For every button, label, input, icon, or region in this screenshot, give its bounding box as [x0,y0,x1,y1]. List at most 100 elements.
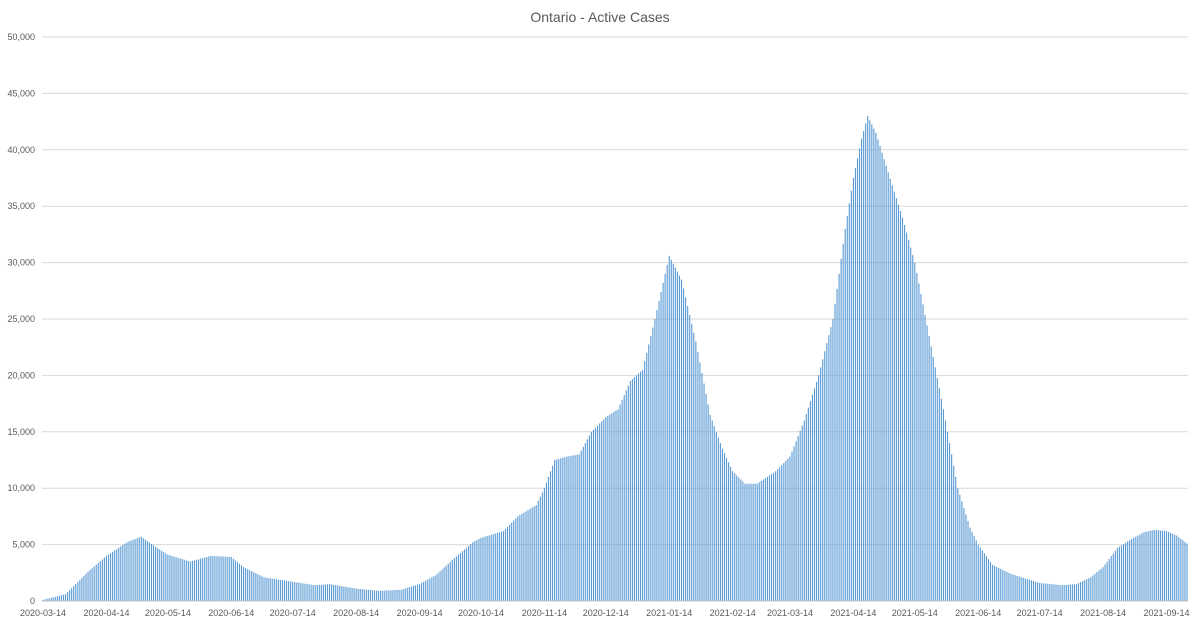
bar [552,465,554,601]
bar [148,542,150,601]
bar [191,560,193,601]
bar [1145,531,1147,601]
bar [1088,578,1090,601]
bar [1186,543,1188,601]
bar [685,297,687,601]
bar [932,356,934,601]
bar [758,482,760,601]
bar [302,583,304,601]
bar [637,373,640,601]
bar [793,446,795,601]
bar [709,414,711,601]
bar [955,476,957,601]
bar [249,570,251,601]
bar [521,513,523,601]
bar [951,454,953,601]
bar [824,351,826,601]
bar [107,554,110,601]
bar [157,548,159,601]
bar [140,536,142,601]
bar [386,590,388,601]
bar [715,431,717,601]
bar [908,240,910,602]
bar [535,505,537,601]
bar [208,556,210,601]
bar [717,437,719,601]
bar [93,566,95,601]
bar [124,543,126,601]
bar [410,586,412,601]
bar [811,394,814,601]
bar [1037,582,1039,601]
bar [347,587,349,601]
bar [1051,584,1053,601]
bar [828,335,830,601]
x-tick-label: 2020-09-14 [397,608,443,618]
bar [1090,577,1092,601]
bar [987,559,990,601]
bar [703,383,705,601]
bar [1129,540,1131,601]
bar [547,476,550,601]
bar [701,372,703,601]
bar [193,560,196,601]
bar [171,555,173,601]
bar [363,589,365,601]
bar [1082,581,1084,601]
bar [1032,581,1035,601]
bar [216,556,218,601]
bar [846,216,848,601]
bar [328,584,331,601]
bar [615,410,617,601]
bar [369,590,372,601]
bars [42,115,1188,602]
bar [97,562,99,601]
bar [206,557,208,601]
bar [318,584,320,601]
bar [380,590,382,601]
bar [543,488,545,601]
bar [875,132,877,601]
bar [642,369,644,601]
bar [1102,567,1104,601]
bar [568,456,570,601]
bar [75,583,77,601]
bar [292,581,294,601]
bar [419,584,421,601]
bar [60,595,63,601]
bar [427,579,429,601]
bar [294,582,296,601]
bar [1022,577,1024,601]
bar [308,584,310,601]
bar [453,558,455,601]
bar [478,538,480,601]
bar [922,304,924,601]
bar [570,455,572,601]
bar [883,159,885,601]
bar [934,367,936,601]
bar [58,595,60,601]
bar [181,559,183,601]
bar [449,561,451,601]
bar [789,456,791,601]
bar [901,217,904,602]
bar [644,361,646,601]
bar [695,341,697,601]
bar [277,579,279,601]
bar [316,585,318,601]
bar [382,590,384,601]
y-tick-label: 45,000 [7,88,35,98]
bar [666,264,668,601]
bar [854,168,857,601]
bar [844,228,846,601]
bar [635,375,638,601]
y-tick-label: 50,000 [7,32,35,42]
bar [660,291,662,601]
bar [605,417,607,601]
bar [640,371,642,601]
bar [52,597,54,601]
bar [1077,583,1080,601]
bar [296,582,298,601]
bar [728,462,730,601]
bar [603,419,605,601]
